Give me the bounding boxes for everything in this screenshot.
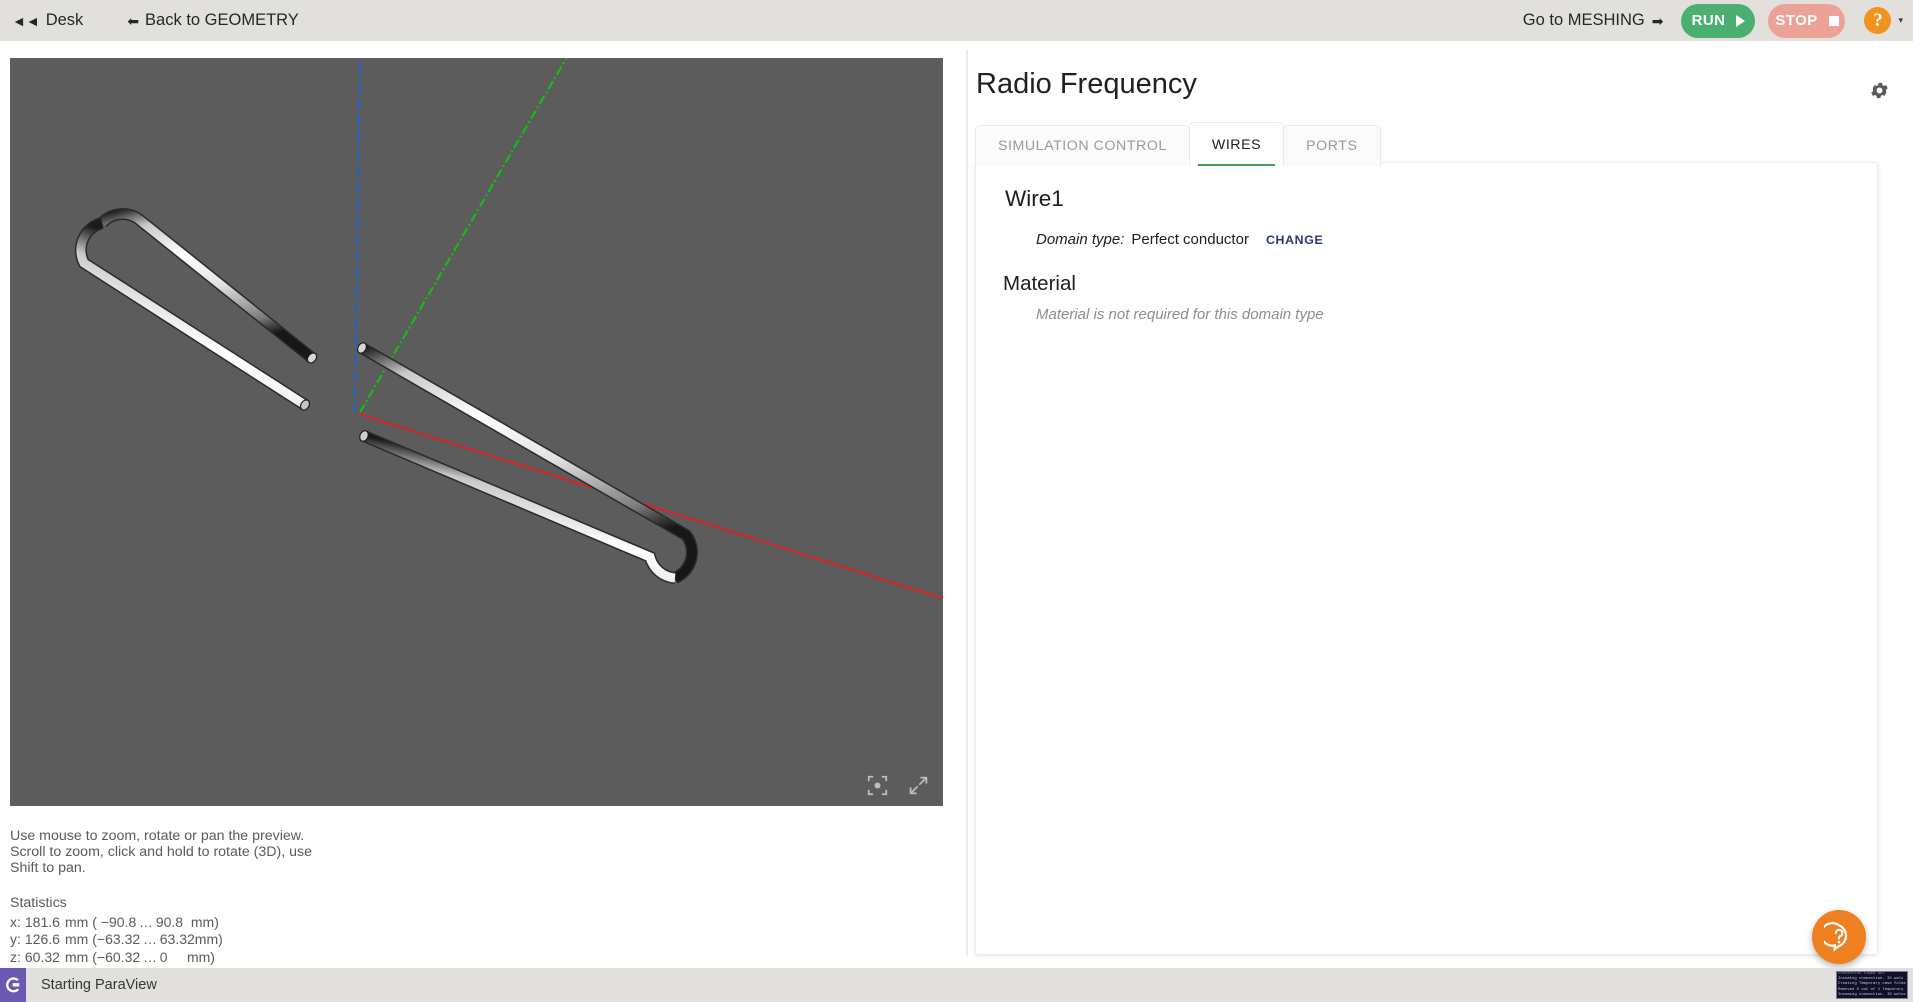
tab-simulation-control[interactable]: SIMULATION CONTROL <box>975 125 1190 166</box>
statistics-heading: Statistics <box>10 895 67 911</box>
stat-range: ( −90.8 … 90.8 mm) <box>92 914 219 930</box>
stat-unit: mm <box>64 931 89 948</box>
fullscreen-icon[interactable] <box>908 775 929 796</box>
stat-range: (−60.32 … 0 mm) <box>92 948 215 965</box>
stat-size: 181.6 <box>24 914 60 930</box>
help-badge-button[interactable]: ? <box>1864 7 1892 34</box>
stat-range: (−63.32 … 63.32mm) <box>92 931 223 948</box>
back-to-geometry-label: Back to GEOMETRY <box>145 11 299 29</box>
console-thumbnail[interactable]: Connection timed out Incoming connection… <box>1836 971 1908 999</box>
recenter-view-icon[interactable] <box>867 775 888 796</box>
stat-unit: mm <box>64 914 89 930</box>
material-note: Material is not required for this domain… <box>1036 306 1324 323</box>
domain-type-label: Domain type: <box>1036 231 1125 248</box>
table-row: z: 60.32 mm (−60.32 … 0 mm) <box>8 949 225 966</box>
table-row: y: 126.6 mm (−63.32 … 63.32mm) <box>8 931 225 948</box>
stat-axis: y: <box>10 931 21 948</box>
paraview-app-icon[interactable] <box>0 968 26 1002</box>
console-line: Incoming connection. ID walco <box>1838 992 1906 997</box>
panel-tabs: SIMULATION CONTROL WIRES PORTS <box>975 122 1381 166</box>
stat-size: 60.32 <box>24 948 60 965</box>
top-bar: ◄◄ Desk ⬅ Back to GEOMETRY Go to MESHING… <box>0 0 1913 41</box>
z-axis-line <box>354 58 361 413</box>
viewport-tools <box>867 775 929 796</box>
wire-loop-upper <box>74 208 318 411</box>
stop-square-icon <box>1828 15 1839 26</box>
status-bar: Starting ParaView Connection timed out I… <box>0 968 1913 1002</box>
stop-button[interactable]: STOP <box>1768 3 1846 38</box>
tab-wires[interactable]: WIRES <box>1188 122 1285 166</box>
domain-type-value: Perfect conductor <box>1131 231 1249 248</box>
go-to-meshing-link[interactable]: Go to MESHING ➡ <box>1523 11 1664 30</box>
stat-unit: mm <box>64 948 89 965</box>
hint-line-2: Scroll to zoom, click and hold to rotate… <box>10 844 313 861</box>
stat-size: 126.6 <box>24 931 60 948</box>
back-to-geometry-link[interactable]: ⬅ Back to GEOMETRY <box>127 11 298 30</box>
paraview-logo-glyph <box>6 977 20 993</box>
tab-ports[interactable]: PORTS <box>1283 125 1381 166</box>
wire-loop-lower <box>356 342 698 584</box>
status-message: Starting ParaView <box>41 977 157 993</box>
double-arrow-left-icon: ◄◄ <box>12 12 40 29</box>
chevron-down-icon[interactable]: ▾ <box>1898 15 1903 26</box>
desk-link[interactable]: ◄◄ Desk <box>12 11 83 30</box>
hint-line-1: Use mouse to zoom, rotate or pan the pre… <box>10 828 305 844</box>
arrow-left-icon: ⬅ <box>127 12 140 29</box>
run-label: RUN <box>1691 12 1726 29</box>
question-speech-bubble-icon <box>1824 922 1848 952</box>
arrow-right-icon: ➡ <box>1651 12 1664 29</box>
console-line: Creating Temporary case folde <box>1838 982 1906 987</box>
table-row: x: 181.6 mm ( −90.8 … 90.8 mm) <box>8 914 225 931</box>
hint-line-3: Shift to pan. <box>10 860 86 877</box>
change-domain-type-button[interactable]: CHANGE <box>1266 233 1324 247</box>
desk-label: Desk <box>45 11 84 29</box>
wire-name-heading: Wire1 <box>1005 186 1064 211</box>
panel-divider <box>966 50 968 956</box>
material-heading: Material <box>1003 272 1076 295</box>
top-bar-actions: Go to MESHING ➡ RUN STOP ? ▾ <box>1523 3 1913 38</box>
stat-axis: z: <box>10 948 21 965</box>
play-icon <box>1736 14 1746 27</box>
gear-icon[interactable] <box>1869 80 1890 101</box>
stop-label: STOP <box>1775 12 1818 29</box>
geometry-render <box>74 58 943 599</box>
run-button[interactable]: RUN <box>1681 3 1756 38</box>
3d-preview-viewport[interactable] <box>10 58 943 806</box>
statistics-table: x: 181.6 mm ( −90.8 … 90.8 mm) y: 126.6 … <box>8 914 225 966</box>
domain-type-row: Domain type: Perfect conductor CHANGE <box>1036 231 1323 248</box>
go-to-meshing-label: Go to MESHING <box>1522 11 1645 29</box>
help-fab[interactable] <box>1812 910 1866 964</box>
stat-axis: x: <box>10 914 21 930</box>
page-title: Radio Frequency <box>976 68 1197 100</box>
viewport-hint: Use mouse to zoom, rotate or pan the pre… <box>10 828 440 877</box>
wires-panel-card <box>975 162 1878 955</box>
